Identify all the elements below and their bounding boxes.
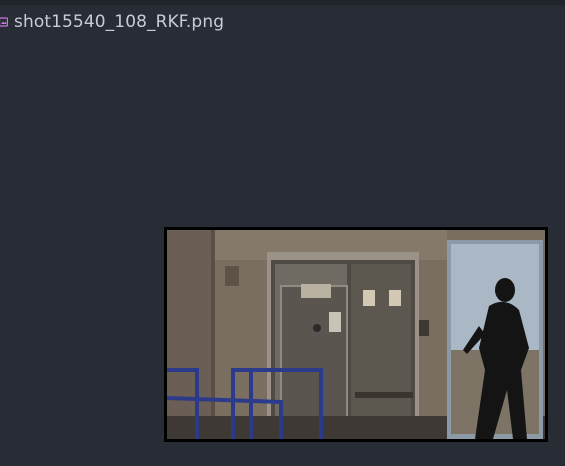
file-tab[interactable]: shot15540_108_RKF.png (0, 8, 224, 36)
image-viewer: shot15540_108_RKF.png (0, 0, 565, 466)
image-preview (164, 227, 548, 442)
file-name: shot15540_108_RKF.png (14, 12, 225, 32)
tab-bar-strip (0, 0, 565, 5)
image-file-icon (0, 17, 8, 27)
photo-preview (167, 230, 545, 439)
